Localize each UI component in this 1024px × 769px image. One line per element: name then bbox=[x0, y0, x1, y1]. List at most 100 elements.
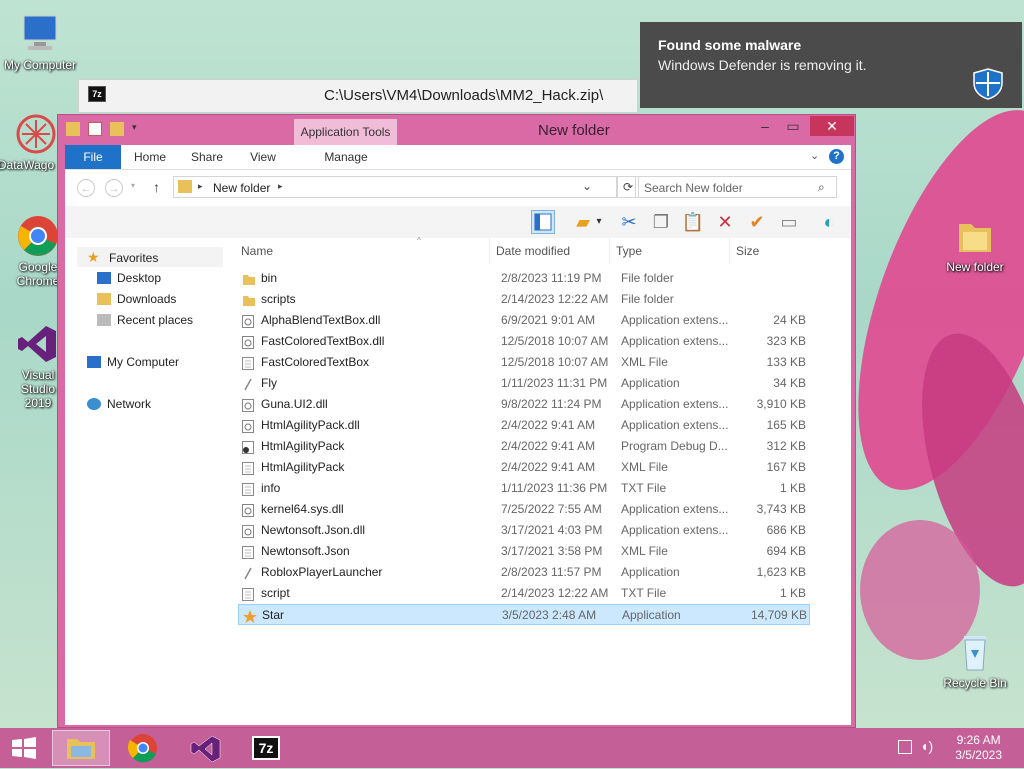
column-header-name[interactable]: Name bbox=[235, 238, 490, 264]
file-row[interactable]: FastColoredTextBox.dll 12/5/2018 10:07 AM… bbox=[238, 331, 810, 352]
close-button[interactable]: ✕ bbox=[810, 116, 854, 136]
file-row[interactable]: Newtonsoft.Json 3/17/2021 3:58 PM XML File… bbox=[238, 541, 810, 562]
search-icon[interactable]: ⌕ bbox=[818, 180, 825, 195]
maximize-button[interactable]: ▭ bbox=[783, 116, 803, 136]
minimize-button[interactable]: – bbox=[755, 116, 775, 136]
file-type: TXT File bbox=[621, 586, 667, 600]
properties-icon[interactable]: ▭ bbox=[777, 210, 801, 234]
visual-studio-icon bbox=[16, 322, 60, 366]
folder-icon bbox=[953, 214, 997, 258]
file-name: Star bbox=[262, 608, 285, 622]
desktop-icon-my-computer[interactable]: My Computer bbox=[0, 12, 80, 72]
visual-studio-icon bbox=[190, 735, 221, 763]
chevron-down-icon[interactable]: ▾ bbox=[132, 122, 140, 136]
tab-share[interactable]: Share bbox=[187, 145, 227, 169]
taskbar-file-explorer[interactable] bbox=[52, 730, 110, 766]
file-row[interactable]: HtmlAgilityPack 2/4/2022 9:41 AM XML File 1… bbox=[238, 457, 810, 478]
copy-icon[interactable]: ❐ bbox=[649, 210, 673, 234]
chevron-down-icon[interactable]: ⌄ bbox=[582, 179, 592, 193]
tab-file[interactable]: File bbox=[65, 145, 121, 169]
delete-icon[interactable]: ✕ bbox=[713, 210, 737, 234]
recent-locations-icon[interactable]: ▾ bbox=[131, 181, 135, 190]
chevron-down-icon[interactable]: ⌄ bbox=[810, 149, 819, 162]
properties-icon[interactable] bbox=[88, 122, 102, 136]
new-folder-icon[interactable] bbox=[110, 122, 124, 136]
desktop-icon-recycle-bin[interactable]: Recycle Bin bbox=[935, 630, 1015, 690]
volume-icon[interactable]: ◖) bbox=[920, 738, 933, 754]
file-size: 133 KB bbox=[766, 355, 806, 369]
file-row[interactable]: Guna.UI2.dll 9/8/2022 11:24 PM Application… bbox=[238, 394, 810, 415]
file-row[interactable]: HtmlAgilityPack 2/4/2022 9:41 AM Program D… bbox=[238, 436, 810, 457]
folder-icon[interactable] bbox=[66, 122, 80, 136]
column-header-size[interactable]: Size bbox=[730, 238, 810, 264]
network-tray-icon[interactable] bbox=[898, 740, 912, 754]
taskbar-visual-studio[interactable] bbox=[176, 730, 234, 766]
tab-manage[interactable]: Manage bbox=[295, 145, 397, 169]
folder-icon bbox=[242, 272, 255, 285]
file-date: 2/8/2023 11:19 PM bbox=[501, 271, 602, 285]
tab-view[interactable]: View bbox=[243, 145, 283, 169]
defender-toast[interactable]: Found some malware Windows Defender is r… bbox=[640, 22, 1022, 108]
file-date: 3/5/2023 2:48 AM bbox=[502, 608, 597, 622]
file-row[interactable]: Newtonsoft.Json.dll 3/17/2021 4:03 PM Appl… bbox=[238, 520, 810, 541]
document-icon bbox=[242, 356, 254, 370]
globe-icon[interactable]: ◐ bbox=[817, 210, 841, 234]
file-row[interactable]: RobloxPlayerLauncher 2/8/2023 11:57 PM App… bbox=[238, 562, 810, 583]
file-row[interactable]: kernel64.sys.dll 7/25/2022 7:55 AM Applica… bbox=[238, 499, 810, 520]
nav-favorites[interactable]: ★ Favorites bbox=[87, 247, 158, 267]
taskbar-chrome[interactable] bbox=[114, 730, 172, 766]
file-row[interactable]: Star 3/5/2023 2:48 AM Application 14,709 KB bbox=[238, 604, 810, 625]
file-date: 2/14/2023 12:22 AM bbox=[501, 292, 609, 306]
file-row[interactable]: FastColoredTextBox 12/5/2018 10:07 AM XML … bbox=[238, 352, 810, 373]
up-button[interactable]: ↑ bbox=[153, 179, 160, 195]
file-row[interactable]: info 1/11/2023 11:36 PM TXT File 1 KB bbox=[238, 478, 810, 499]
nav-downloads[interactable]: Downloads bbox=[97, 289, 176, 309]
navigation-pane: ★ Favorites Desktop Downloads Recent plac… bbox=[65, 238, 235, 725]
rename-icon[interactable]: ✔ bbox=[745, 210, 769, 234]
paste-icon[interactable]: 📋 bbox=[681, 210, 705, 234]
windows-icon bbox=[12, 737, 36, 759]
toast-body: Windows Defender is removing it. bbox=[658, 57, 867, 73]
chevron-right-icon[interactable]: ▸ bbox=[198, 181, 203, 192]
7zip-window-title: C:\Users\VM4\Downloads\MM2_Hack.zip\ bbox=[324, 87, 604, 104]
chevron-right-icon[interactable]: ▸ bbox=[278, 181, 283, 192]
file-date: 7/25/2022 7:55 AM bbox=[501, 502, 602, 516]
file-name: Fly bbox=[261, 376, 277, 390]
file-row[interactable]: scripts 2/14/2023 12:22 AM File folder bbox=[238, 289, 810, 310]
file-date: 12/5/2018 10:07 AM bbox=[501, 334, 609, 348]
file-row[interactable]: AlphaBlendTextBox.dll 6/9/2021 9:01 AM App… bbox=[238, 310, 810, 331]
file-row[interactable]: Fly 1/11/2023 11:31 PM Application 34 KB bbox=[238, 373, 810, 394]
desktop-icon-new-folder[interactable]: New folder bbox=[935, 214, 1015, 274]
chevron-down-icon[interactable]: ▾ bbox=[593, 210, 605, 234]
search-input[interactable]: Search New folder ⌕ bbox=[635, 176, 837, 198]
system-clock[interactable]: 9:26 AM 3/5/2023 bbox=[955, 733, 1002, 763]
explorer-window[interactable]: ▾ Application Tools New folder – ▭ ✕ Fil… bbox=[57, 114, 856, 728]
preview-pane-icon[interactable] bbox=[531, 210, 555, 234]
nav-my-computer[interactable]: My Computer bbox=[87, 352, 179, 372]
nav-network[interactable]: Network bbox=[87, 394, 151, 414]
forward-button[interactable]: → bbox=[105, 179, 123, 197]
column-header-type[interactable]: Type bbox=[610, 238, 730, 264]
folder-options-icon[interactable]: ▰ bbox=[571, 210, 595, 234]
tab-home[interactable]: Home bbox=[130, 145, 170, 169]
file-row[interactable]: script 2/14/2023 12:22 AM TXT File 1 KB bbox=[238, 583, 810, 604]
title-bar[interactable]: ▾ Application Tools New folder – ▭ ✕ bbox=[58, 115, 855, 145]
file-name: script bbox=[261, 586, 290, 600]
recycle-bin-icon bbox=[953, 630, 997, 674]
file-row[interactable]: HtmlAgilityPack.dll 2/4/2022 9:41 AM Appli… bbox=[238, 415, 810, 436]
navigation-bar: ← → ▾ ↑ ▸ New folder ▸ ⌄ ⟳ Search New fo… bbox=[65, 170, 851, 206]
application-icon bbox=[242, 377, 254, 391]
nav-desktop[interactable]: Desktop bbox=[97, 268, 161, 288]
back-button[interactable]: ← bbox=[77, 179, 95, 197]
column-header-date[interactable]: Date modified bbox=[490, 238, 610, 264]
7zip-window[interactable]: 7z C:\Users\VM4\Downloads\MM2_Hack.zip\ bbox=[78, 79, 638, 113]
address-bar[interactable]: ▸ New folder ▸ ⌄ bbox=[173, 176, 617, 198]
cut-icon[interactable]: ✂ bbox=[617, 210, 641, 234]
nav-recent-places[interactable]: Recent places bbox=[97, 310, 193, 330]
start-button[interactable] bbox=[0, 730, 48, 766]
dll-file-icon bbox=[242, 419, 254, 433]
taskbar-7zip[interactable]: 7z bbox=[238, 730, 296, 766]
file-size: 694 KB bbox=[766, 544, 806, 558]
file-row[interactable]: bin 2/8/2023 11:19 PM File folder bbox=[238, 268, 810, 289]
help-icon[interactable]: ? bbox=[829, 149, 844, 164]
